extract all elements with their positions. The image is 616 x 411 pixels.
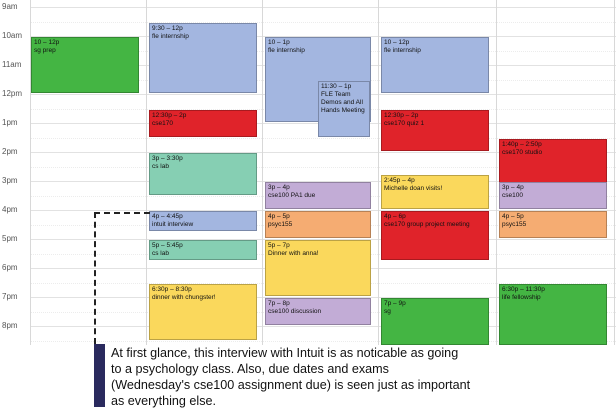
annotation-marker [94, 344, 105, 407]
calendar-event[interactable]: 7p – 9p sg [381, 298, 489, 345]
event-time: 6:30p – 11:30p [502, 285, 545, 293]
event-title: psyc155 [502, 221, 527, 228]
half-hour-gridline [30, 21, 616, 23]
hour-label: 1pm [2, 118, 18, 127]
calendar-event[interactable]: 4p – 5p psyc155 [265, 211, 371, 238]
day-column-divider [496, 0, 497, 345]
event-time: 5p – 5:45p [152, 242, 183, 249]
event-time: 4p – 6p [384, 213, 406, 220]
day-column-divider [614, 0, 615, 345]
annotation-connector-vertical [94, 212, 96, 344]
event-time: 9:30 – 12p [152, 24, 183, 32]
hour-label: 11am [2, 60, 22, 69]
event-time: 10 – 12p [384, 39, 410, 46]
event-time: 7p – 8p [268, 300, 290, 307]
calendar-event[interactable]: 5p – 5:45p cs lab [149, 240, 257, 260]
day-column-divider [378, 0, 379, 345]
event-time: 6:30p – 8:30p [152, 285, 192, 293]
event-time: 4p – 5p [502, 213, 524, 220]
event-time: 3p – 4p [502, 184, 524, 191]
event-title: Michelle doan visits! [384, 184, 443, 192]
event-time: 12:30p – 2p [384, 111, 419, 119]
event-title: cse100 discussion [268, 308, 322, 315]
event-time: 5p – 7p [268, 242, 290, 249]
event-title: sg prep [34, 47, 56, 54]
event-title: psyc155 [268, 221, 293, 228]
event-title: cse170 group project meeting [384, 221, 470, 228]
calendar-event[interactable]: 11:30 – 1p FLE Team Demos and All Hands M… [318, 80, 370, 137]
hour-label: 4pm [2, 205, 18, 214]
day-column-divider [262, 0, 263, 345]
hour-label: 5pm [2, 234, 18, 243]
event-time: 12:30p – 2p [152, 111, 187, 119]
event-time: 7p – 9p [384, 300, 406, 307]
calendar-event[interactable]: 7p – 8p cse100 discussion [265, 298, 371, 325]
calendar-event[interactable]: 5p – 7p Dinner with anna! [265, 240, 371, 296]
hour-label: 9am [2, 2, 18, 11]
calendar-event[interactable]: 2:45p – 4p Michelle doan visits! [381, 174, 489, 209]
event-time: 11:30 – 1p [321, 82, 352, 90]
calendar-event[interactable]: 9:30 – 12p fle internship [149, 22, 257, 93]
event-time: 1:40p – 2:50p [502, 140, 542, 148]
calendar-event[interactable]: 10 – 12p fle internship [381, 37, 489, 93]
hour-label: 12pm [2, 89, 23, 98]
event-time: 3p – 4p [268, 184, 290, 191]
event-title: cse170 quiz 1 [384, 119, 425, 127]
event-time: 3p – 3:30p [152, 155, 183, 162]
calendar-event[interactable]: 4p – 6p cse170 group project meeting [381, 211, 489, 260]
calendar-week-grid: 9am 10am 11am 12pm 1pm 2pm 3pm 4pm 5pm 6pm 7pm 8pm 1… [0, 0, 616, 345]
calendar-event[interactable]: 3p – 4p cse100 PA1 due [265, 182, 371, 209]
calendar-event[interactable]: 6:30p – 8:30p dinner with chungster! [149, 283, 257, 340]
event-time: 10 – 12p [34, 39, 60, 46]
event-title: cs lab [152, 250, 169, 257]
calendar-event[interactable]: 6:30p – 11:30p life fellowship [499, 283, 607, 345]
event-title: cse100 PA1 due [268, 192, 316, 199]
event-title: Dinner with anna! [268, 250, 319, 257]
event-title: cse170 [152, 119, 173, 127]
calendar-event[interactable]: 4p – 4:45p intuit interview [149, 211, 257, 231]
calendar-event[interactable]: 10 – 12p sg prep [31, 37, 139, 93]
event-title: dinner with chungster! [152, 293, 216, 301]
calendar-event[interactable]: 3p – 4p cse100 [499, 182, 607, 209]
event-time: 10 – 1p [268, 39, 290, 46]
hour-gridline [30, 7, 616, 8]
hour-label: 8pm [2, 321, 18, 330]
event-title: fle internship [152, 32, 189, 40]
event-time: 2:45p – 4p [384, 176, 415, 184]
event-time: 4p – 5p [268, 213, 290, 220]
day-column-divider [146, 0, 147, 345]
annotation-text: At first glance, this interview with Int… [111, 346, 471, 408]
calendar-event[interactable]: 4p – 5p psyc155 [499, 211, 607, 238]
calendar-event[interactable]: 12:30p – 2p cse170 quiz 1 [381, 109, 489, 151]
event-title: sg [384, 308, 391, 315]
calendar-event[interactable]: 12:30p – 2p cse170 [149, 109, 257, 137]
event-title: intuit interview [152, 221, 194, 228]
event-title: fle internship [268, 47, 305, 54]
event-title: life fellowship [502, 293, 541, 301]
hour-label: 3pm [2, 176, 18, 185]
event-title: fle internship [384, 47, 421, 54]
event-title: FLE Team Demos and All Hands Meeting [321, 90, 365, 114]
calendar-event[interactable]: 3p – 3:30p cs lab [149, 153, 257, 195]
event-title: cse100 [502, 192, 523, 199]
hour-label: 10am [2, 31, 23, 40]
hour-label: 7pm [2, 292, 18, 301]
annotation-connector-horizontal [94, 212, 150, 214]
event-title: cs lab [152, 163, 169, 170]
hour-label: 6pm [2, 263, 18, 272]
hour-label: 2pm [2, 147, 18, 156]
event-title: cse170 studio [502, 148, 543, 156]
event-time: 4p – 4:45p [152, 213, 183, 220]
